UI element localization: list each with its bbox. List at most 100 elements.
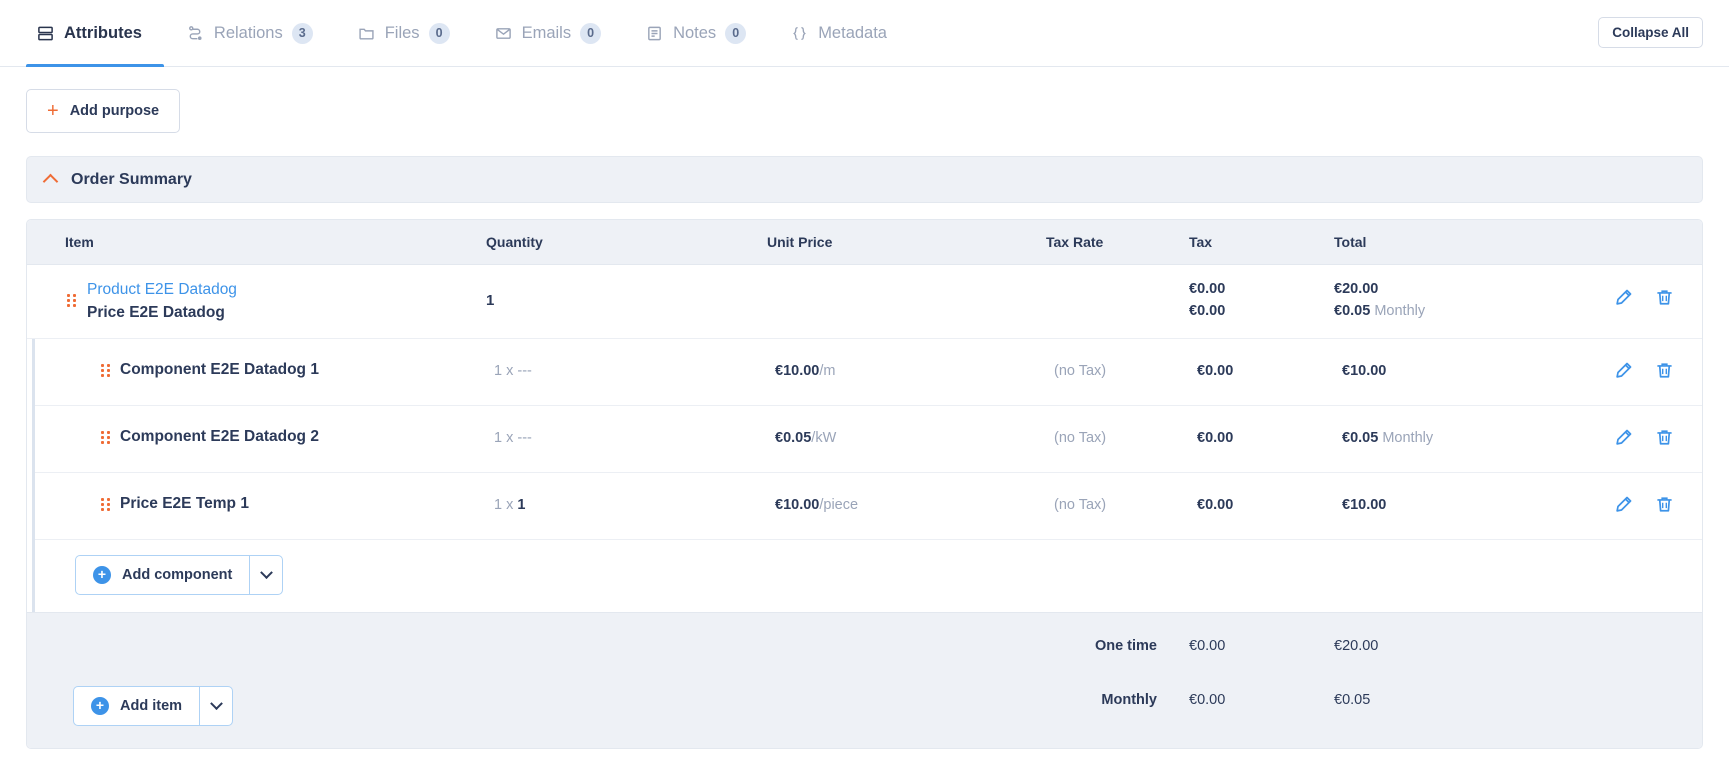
component-tax: €0.00 (1197, 430, 1234, 446)
component-qty-prefix: 1 x (494, 430, 514, 446)
tab-emails-badge: 0 (580, 22, 602, 44)
component-tax: €0.00 (1197, 363, 1234, 379)
chevron-up-icon[interactable] (42, 173, 59, 190)
order-summary-table: Item Quantity Unit Price Tax Rate Tax To… (26, 219, 1703, 749)
tab-relations-label: Relations (213, 23, 283, 42)
totals-total-monthly: €0.05 (1334, 692, 1371, 708)
table-row-component: Component E2E Datadog 2 1 x --- €0.05/kW… (35, 406, 1702, 473)
tab-metadata[interactable]: Metadata (768, 0, 909, 67)
product-tax-recurring: €0.00 (1189, 303, 1226, 319)
product-link[interactable]: Product E2E Datadog (87, 281, 237, 299)
add-item-label: Add item (120, 698, 183, 714)
tab-files-badge: 0 (428, 22, 450, 44)
edit-icon[interactable] (1614, 288, 1633, 307)
component-group: Component E2E Datadog 1 1 x --- €10.00/m… (32, 339, 1702, 612)
component-qty-prefix: 1 x (494, 497, 514, 513)
edit-icon[interactable] (1614, 361, 1633, 380)
chevron-down-icon (259, 565, 273, 579)
order-summary-panel: Order Summary Item Quantity Unit Price T… (26, 156, 1703, 749)
component-unit-price-amount: €10.00 (775, 497, 820, 513)
order-summary-title: Order Summary (71, 170, 192, 188)
note-icon (645, 24, 664, 43)
component-row-actions (1614, 495, 1674, 514)
component-total-amount: €0.05 (1342, 430, 1379, 446)
totals-label-one-time: One time (1094, 638, 1157, 654)
component-unit-price-unit: /m (819, 363, 836, 379)
component-qty-value: --- (517, 430, 532, 446)
delete-icon[interactable] (1655, 288, 1674, 307)
add-item-split-button: + Add item (73, 686, 234, 726)
plus-icon: + (47, 100, 59, 122)
component-qty-prefix: 1 x (494, 363, 514, 379)
drag-handle-icon[interactable] (101, 498, 110, 511)
component-total-amount: €10.00 (1342, 363, 1387, 379)
collapse-all-button[interactable]: Collapse All (1598, 17, 1703, 48)
edit-icon[interactable] (1614, 428, 1633, 447)
column-header-quantity: Quantity (486, 234, 543, 250)
drag-handle-icon[interactable] (101, 431, 110, 444)
component-name: Component E2E Datadog 1 (120, 361, 319, 378)
component-qty-value: 1 (517, 497, 526, 513)
tab-files-label: Files (384, 23, 420, 42)
edit-icon[interactable] (1614, 495, 1633, 514)
product-tax-one-time: €0.00 (1189, 281, 1226, 297)
folder-icon (357, 24, 376, 43)
totals-tax-one-time: €0.00 (1189, 638, 1226, 654)
drag-handle-icon[interactable] (67, 294, 76, 307)
totals-label-monthly: Monthly (1101, 692, 1157, 708)
column-header-tax-rate: Tax Rate (1046, 234, 1104, 250)
totals-total-one-time: €20.00 (1334, 638, 1379, 654)
add-item-toolbar: + Add item (73, 686, 234, 726)
tab-bar: Attributes Relations 3 Files 0 Emails 0 (0, 0, 1729, 67)
column-header-tax: Tax (1189, 234, 1213, 250)
component-unit-price-amount: €10.00 (775, 363, 820, 379)
product-total-one-time: €20.00 (1334, 281, 1379, 297)
tab-notes-label: Notes (673, 23, 717, 42)
component-unit-price-unit: /kW (811, 430, 837, 446)
component-name: Price E2E Temp 1 (120, 495, 249, 512)
tab-attributes[interactable]: Attributes (26, 0, 164, 67)
delete-icon[interactable] (1655, 495, 1674, 514)
table-row-component: Price E2E Temp 1 1 x 1 €10.00/piece (no … (35, 473, 1702, 540)
tab-metadata-label: Metadata (818, 23, 887, 42)
envelope-icon (494, 24, 513, 43)
add-item-button[interactable]: + Add item (73, 686, 200, 726)
component-tax-rate: (no Tax) (1054, 430, 1107, 446)
column-header-unit-price: Unit Price (767, 234, 833, 250)
delete-icon[interactable] (1655, 428, 1674, 447)
table-header-row: Item Quantity Unit Price Tax Rate Tax To… (27, 220, 1702, 265)
circle-plus-icon: + (93, 566, 111, 584)
table-row-component: Component E2E Datadog 1 1 x --- €10.00/m… (35, 339, 1702, 406)
component-tax-rate: (no Tax) (1054, 497, 1107, 513)
delete-icon[interactable] (1655, 361, 1674, 380)
product-total-recurring-period: Monthly (1374, 303, 1426, 319)
add-purpose-toolbar: + Add purpose (0, 67, 1729, 133)
add-purpose-label: Add purpose (69, 103, 160, 119)
product-row-actions (1614, 288, 1674, 307)
totals-tax-monthly: €0.00 (1189, 692, 1226, 708)
add-component-toolbar: + Add component (35, 540, 1702, 612)
product-total-recurring-amount: €0.05 (1334, 303, 1371, 319)
tab-files[interactable]: Files 0 (335, 0, 472, 67)
add-component-button[interactable]: + Add component (75, 555, 250, 595)
component-tax: €0.00 (1197, 497, 1234, 513)
table-footer: + Add item One time €0.00 €20.00 Monthly… (27, 612, 1702, 748)
add-component-dropdown-toggle[interactable] (249, 555, 284, 595)
column-header-total: Total (1334, 234, 1367, 250)
component-name: Component E2E Datadog 2 (120, 428, 319, 445)
tab-emails-label: Emails (521, 23, 572, 42)
component-row-actions (1614, 361, 1674, 380)
tab-notes[interactable]: Notes 0 (623, 0, 768, 67)
product-quantity: 1 (486, 292, 495, 309)
add-item-dropdown-toggle[interactable] (199, 686, 234, 726)
add-component-label: Add component (122, 567, 233, 583)
add-component-split-button: + Add component (75, 555, 284, 595)
order-summary-header[interactable]: Order Summary (26, 156, 1703, 203)
add-purpose-button[interactable]: + Add purpose (26, 89, 181, 133)
component-row-actions (1614, 428, 1674, 447)
tab-notes-badge: 0 (725, 22, 747, 44)
tab-relations[interactable]: Relations 3 (164, 0, 335, 67)
drag-handle-icon[interactable] (101, 364, 110, 377)
tab-emails[interactable]: Emails 0 (472, 0, 624, 67)
attributes-icon (36, 24, 55, 43)
